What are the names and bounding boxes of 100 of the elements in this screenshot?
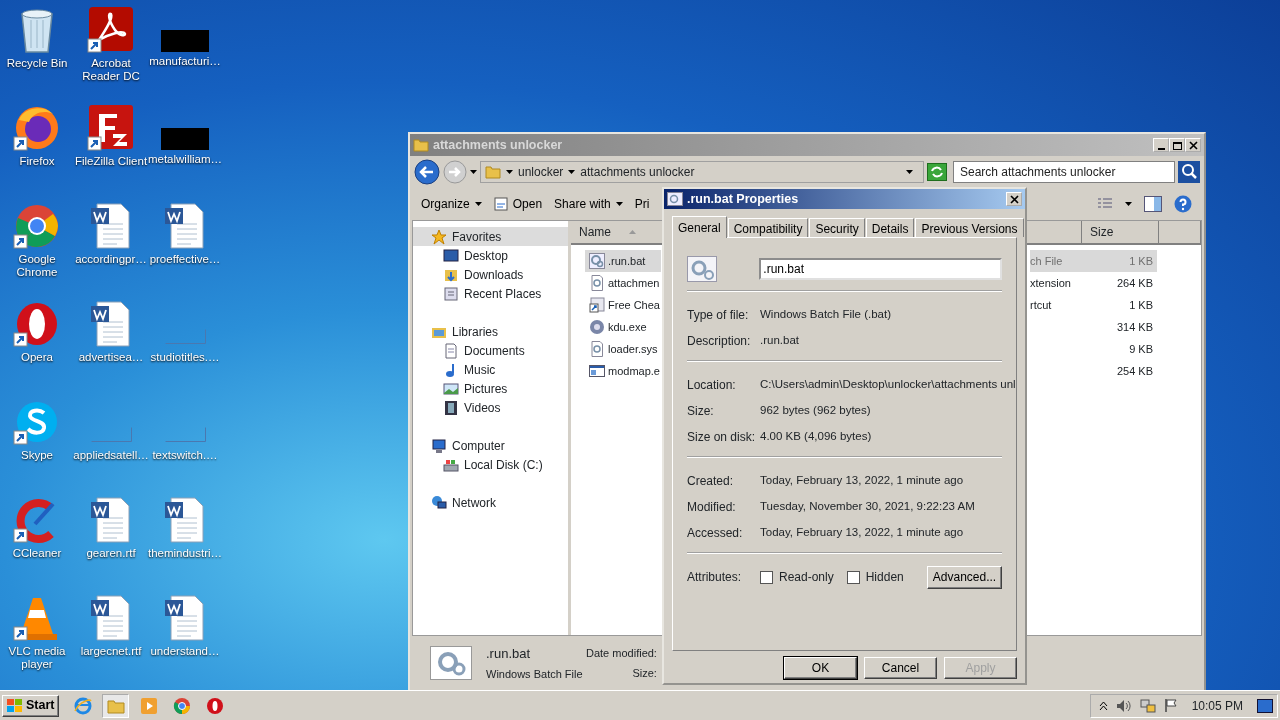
field-label: Type of file: [687, 307, 750, 324]
desktop-icon[interactable]: Acrobat Reader DC [74, 0, 148, 98]
nav-item[interactable]: Music [413, 360, 568, 379]
nav-item[interactable]: Favorites [413, 227, 568, 246]
desktop-icon[interactable]: FileZilla Client [74, 98, 148, 196]
toolbar-button[interactable]: Open [488, 192, 548, 216]
tab[interactable]: General [672, 216, 727, 238]
address-bar[interactable]: unlocker attachments unlocker [480, 161, 924, 183]
maximize-button[interactable] [1169, 138, 1185, 152]
desktop-icon[interactable]: manufacturi… [148, 0, 222, 98]
help-button[interactable] [1174, 195, 1192, 213]
computer-icon [431, 437, 447, 454]
file-item[interactable]: .run.bat [585, 250, 661, 272]
field-label: Size: [632, 665, 657, 681]
field-label: Modified: [687, 499, 737, 516]
start-button[interactable]: Start [2, 694, 60, 717]
desktop-icon[interactable]: Recycle Bin [0, 0, 74, 98]
gear-file-icon [589, 253, 605, 269]
advanced-button[interactable]: Advanced... [927, 565, 1002, 589]
close-button[interactable] [1006, 192, 1022, 206]
desktop-icon[interactable]: advertisea… [74, 294, 148, 392]
show-desktop-button[interactable] [1257, 698, 1273, 713]
field-value: 962 bytes (962 bytes) [760, 403, 871, 419]
checkbox[interactable]: Hidden [846, 568, 904, 586]
chevron-icon [568, 170, 576, 174]
network-icon[interactable] [1139, 698, 1156, 713]
file-item[interactable]: attachmen [585, 272, 661, 294]
file-type: rtcut [1030, 298, 1053, 313]
nav-item[interactable]: Pictures [413, 379, 568, 398]
caret-icon [474, 202, 482, 206]
desktop-icon[interactable]: metalwilliam… [148, 98, 222, 196]
file-item[interactable]: loader.sys [585, 338, 661, 360]
minimize-button[interactable] [1153, 138, 1169, 152]
file-item[interactable]: kdu.exe [585, 316, 661, 338]
file-icon [493, 197, 508, 211]
toolbar-button[interactable]: Pri [629, 192, 655, 216]
toolbar-button[interactable]: Organize [416, 192, 487, 216]
dialog-title: .run.bat Properties [687, 190, 799, 208]
toolbar-button[interactable]: Share with [549, 192, 628, 216]
window-title: attachments unlocker [433, 136, 563, 154]
desktop-icon[interactable]: VLC media player [0, 588, 74, 686]
nav-item[interactable]: Videos [413, 398, 568, 417]
field-label: Size: [687, 403, 715, 420]
desktop-icon[interactable]: accordingpr… [74, 196, 148, 294]
desktop-icon[interactable]: Opera [0, 294, 74, 392]
preview-pane-button[interactable] [1144, 196, 1162, 212]
file-type: Windows Batch File [486, 667, 582, 682]
nav-item[interactable]: Computer [413, 436, 568, 455]
file-item[interactable]: modmap.e [585, 360, 661, 382]
nav-item[interactable]: Downloads [413, 265, 568, 284]
picture-icon [443, 380, 459, 397]
search-button[interactable] [1178, 161, 1200, 183]
breadcrumb-item[interactable]: unlocker [518, 163, 564, 181]
system-file-icon [589, 275, 605, 291]
search-field[interactable]: Search attachments unlocker [953, 161, 1175, 183]
desktop-icon[interactable]: Google Chrome [0, 196, 74, 294]
system-file-icon [589, 341, 605, 357]
speaker-icon[interactable] [1115, 698, 1132, 713]
chrome-icon [173, 696, 191, 715]
tab[interactable]: Security [809, 218, 865, 237]
desktop-icon[interactable]: Firefox [0, 98, 74, 196]
back-button[interactable] [414, 159, 440, 185]
desktop-icon[interactable]: proeffective… [148, 196, 222, 294]
field-label: Attributes: [687, 569, 743, 586]
file-type: ch File [1030, 250, 1082, 272]
field-value: Tuesday, November 30, 2021, 9:22:23 AM [760, 499, 975, 515]
dropdown-icon [906, 170, 913, 174]
field-label: Date modified: [586, 646, 657, 661]
refresh-button[interactable] [927, 163, 947, 181]
dialog-button[interactable]: OK [784, 657, 857, 679]
checkbox[interactable]: Read-only [760, 568, 834, 586]
nav-item[interactable]: Recent Places [413, 284, 568, 303]
field-value: Today, February 13, 2022, 1 minute ago [760, 525, 964, 541]
nav-item[interactable]: Desktop [413, 246, 568, 265]
tab[interactable]: Compatibility [727, 218, 809, 237]
windows-logo-icon [7, 698, 23, 713]
column-header[interactable]: Size [1082, 221, 1159, 243]
nav-item[interactable]: Network [413, 493, 568, 512]
nav-item[interactable]: Libraries [413, 322, 568, 341]
close-button[interactable] [1185, 138, 1201, 152]
flag-icon[interactable] [1163, 698, 1178, 713]
column-header[interactable] [1159, 221, 1201, 243]
file-size: 314 KB [1115, 320, 1154, 335]
file-item[interactable]: Free Chea [585, 294, 661, 316]
nav-item[interactable]: Documents [413, 341, 568, 360]
dialog-button[interactable]: Cancel [864, 657, 937, 679]
file-size: 1 KB [1128, 298, 1154, 313]
field-label: Accessed: [687, 525, 744, 542]
sort-arrow-icon [629, 230, 636, 234]
nav-item[interactable]: Local Disk (C:) [413, 455, 568, 474]
field-value: C:\Users\admin\Desktop\unlocker\attachments unl [760, 377, 1016, 393]
gear-file-icon [667, 192, 683, 206]
breadcrumb-item[interactable]: attachments unlocker [580, 163, 695, 181]
show-hidden-icons-button[interactable] [1098, 700, 1108, 711]
file-name-field[interactable]: .run.bat [759, 258, 1002, 280]
file-size: 264 KB [1115, 276, 1154, 291]
tab[interactable]: Previous Versions [915, 218, 1024, 237]
folder-icon [485, 165, 501, 179]
tab[interactable]: Details [865, 218, 915, 237]
shortcut-icon [589, 297, 605, 313]
